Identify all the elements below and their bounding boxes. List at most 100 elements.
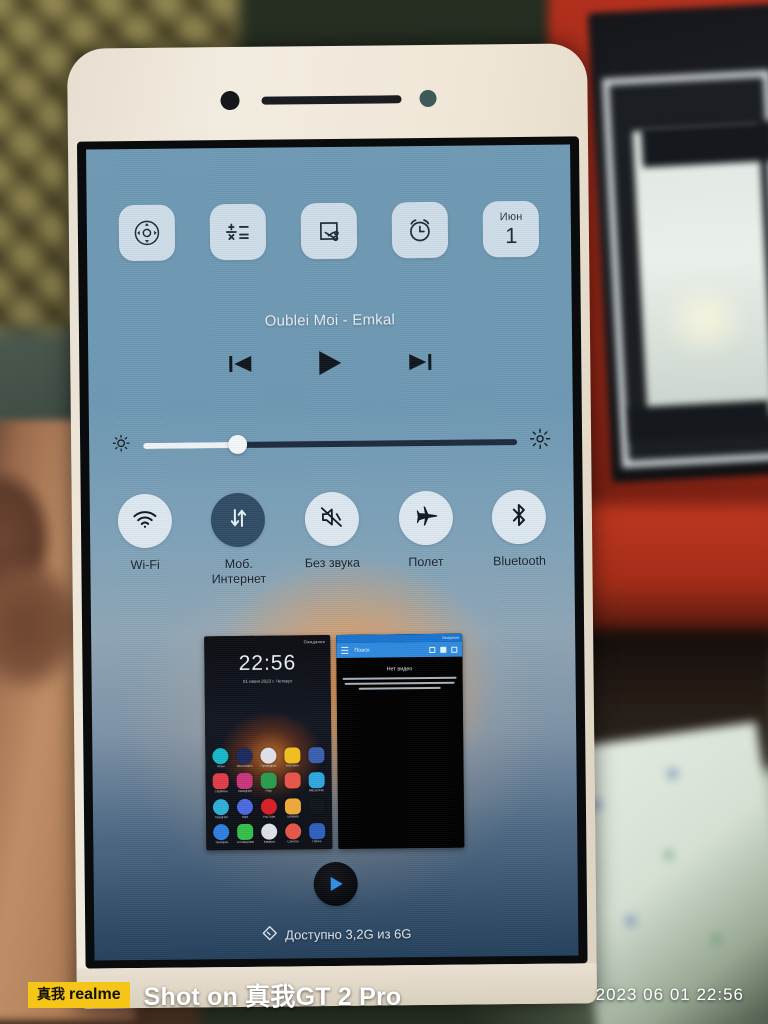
toggle-airplane-circle[interactable]	[398, 490, 453, 546]
brightness-slider-row	[89, 427, 573, 459]
thumb-app-icon	[260, 772, 277, 790]
storage-diamond-icon	[261, 925, 278, 945]
thumb-app-item	[282, 772, 303, 793]
toggle-bluetooth-label: Bluetooth	[493, 553, 547, 569]
thumb-app-item: Магазин	[282, 747, 303, 768]
tabs-icon[interactable]	[440, 646, 447, 653]
app-content-line	[342, 676, 457, 681]
thumb-app-icon	[212, 748, 229, 765]
thumb-app-item: Instagram	[234, 773, 255, 793]
earpiece-speaker	[261, 95, 402, 105]
brightness-slider-fill	[143, 441, 237, 449]
thumb-app-label: Игры	[217, 765, 225, 769]
toggle-mobile-data-circle[interactable]	[211, 492, 266, 548]
thumb-status-bar: Ожидание	[207, 639, 327, 645]
thumb-app-label: Play	[265, 789, 272, 794]
calendar-day: 1	[505, 222, 518, 248]
music-player: Oublei Moi - Emkal	[88, 309, 573, 379]
thumb-app-icon	[237, 798, 254, 815]
brightness-slider-thumb[interactable]	[227, 434, 247, 455]
thumb-app-item: Telegram	[211, 798, 232, 819]
home-screen-preview: Ожидание 22:56 01 июня 2023 г. Четверг И…	[204, 635, 333, 851]
thumb-app-icon	[236, 748, 253, 765]
bluetooth-icon	[509, 501, 529, 532]
calendar-icon: Июн 1	[499, 210, 523, 248]
thumb-app-item: Chrome	[283, 823, 304, 843]
thumb-app-icon	[261, 823, 278, 840]
control-center-screen: Июн 1 Oublei Moi - Emkal Wi-Fi Моб. Инте…	[86, 144, 579, 961]
skip-previous-icon[interactable]	[227, 353, 253, 375]
skip-next-icon[interactable]	[407, 351, 433, 373]
shortcut-calculator[interactable]	[209, 203, 266, 261]
mobile-data-icon	[226, 505, 250, 534]
toggle-mobile-data[interactable]: Моб. Интернет	[196, 492, 281, 588]
shortcut-alarm[interactable]	[391, 201, 449, 259]
recent-card-home-screen[interactable]: Ожидание 22:56 01 июня 2023 г. Четверг И…	[204, 635, 333, 851]
thumb-app-icon	[237, 823, 254, 840]
front-camera-icon	[220, 90, 240, 111]
hamburger-menu-icon[interactable]	[341, 647, 349, 654]
toggle-bluetooth-circle[interactable]	[491, 489, 547, 545]
brightness-slider[interactable]	[143, 434, 518, 455]
storage-text: Доступно 3,2G из 6G	[285, 925, 412, 943]
thumb-app-label: Телефон	[215, 840, 229, 845]
toggle-silent-label: Без звука	[304, 555, 361, 571]
app-content-line	[344, 681, 455, 686]
thumb-app-icon	[260, 798, 277, 815]
thumb-app-label: Проводник	[260, 764, 277, 768]
shortcut-screenshot[interactable]	[300, 202, 358, 260]
shortcut-assistive-touch[interactable]	[118, 204, 175, 262]
quick-toggles-row: Wi-Fi Моб. Интернет Без звука Полет Blue…	[90, 489, 575, 589]
toggle-airplane-label: Полет	[408, 554, 444, 570]
toggle-wifi-label: Wi-Fi	[130, 557, 160, 573]
thumb-clock: 22:56	[238, 651, 297, 675]
thumb-app-icon	[284, 797, 301, 815]
thumb-app-label: Telegram	[214, 815, 229, 819]
airplane-icon	[412, 503, 438, 532]
shortcut-calendar[interactable]: Июн 1	[482, 200, 540, 258]
toggle-silent[interactable]: Без звука	[290, 491, 375, 572]
toggle-wifi-circle[interactable]	[117, 493, 173, 549]
more-vertical-icon[interactable]	[451, 646, 458, 653]
toggle-airplane[interactable]: Полет	[383, 490, 468, 571]
play-circle-icon[interactable]	[313, 861, 358, 907]
thumb-app-item: Камера	[259, 823, 280, 844]
thumb-app-icon	[308, 772, 325, 789]
search-icon[interactable]	[429, 646, 436, 653]
thumb-app-item: Сервисы	[211, 773, 232, 794]
thumb-app-item: AliExpress	[306, 772, 327, 793]
screenshot-scissors-icon	[314, 216, 344, 246]
smartphone-device: Июн 1 Oublei Moi - Emkal Wi-Fi Моб. Инте…	[66, 43, 598, 1009]
recent-card-browser-app[interactable]: Ожидание Поиск Нет видео	[336, 633, 465, 849]
thumb-app-item: YouTube	[258, 798, 279, 818]
photograph-scene: Июн 1 Oublei Moi - Emkal Wi-Fi Моб. Инте…	[0, 0, 768, 1024]
play-icon[interactable]	[315, 349, 345, 377]
proximity-sensor-icon	[419, 89, 437, 108]
thumb-app-item: Play	[258, 772, 279, 794]
thumb-app-icon	[284, 823, 302, 840]
alarm-clock-icon	[405, 215, 435, 245]
app-content: Нет видео	[336, 657, 462, 690]
brightness-high-icon	[529, 428, 551, 455]
thumb-app-label: Chrome	[287, 840, 299, 844]
thumb-app-icon	[236, 773, 253, 790]
thumb-app-item	[306, 797, 327, 818]
thumb-app-label: Магазин	[286, 764, 299, 768]
toggle-wifi[interactable]: Wi-Fi	[102, 493, 187, 574]
toggle-silent-circle[interactable]	[304, 491, 360, 547]
thumb-app-item	[306, 747, 327, 767]
calendar-month: Июн	[499, 210, 523, 223]
thumb-app-label: Вай	[242, 815, 249, 819]
thumb-app-label: ВКонтакте	[237, 765, 253, 769]
thumb-app-item: Галерея	[282, 797, 303, 819]
app-toolbar-icons	[429, 646, 458, 653]
blurred-box-panel	[632, 124, 768, 422]
thumb-app-label: Галерея	[286, 814, 299, 819]
storage-status: Доступно 3,2G из 6G	[94, 921, 578, 946]
thumb-status-text: Ожидание	[303, 639, 326, 645]
thumb-app-icon	[212, 773, 230, 790]
phone-bottom-chin	[76, 963, 598, 1009]
toggle-bluetooth[interactable]: Bluetooth	[477, 489, 562, 570]
thumb-app-icon	[307, 747, 325, 764]
thumb-app-label: AliExpress	[308, 789, 324, 793]
